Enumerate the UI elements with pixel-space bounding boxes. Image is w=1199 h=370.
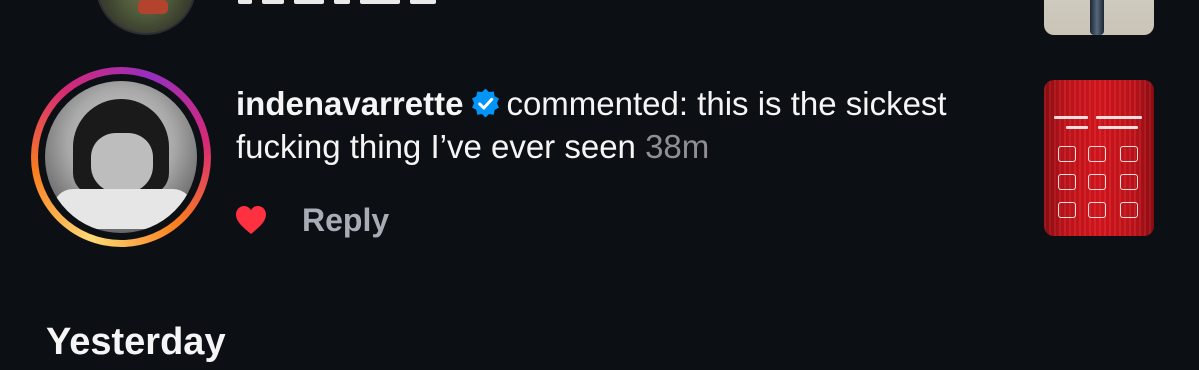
username[interactable]: indenavarrette (236, 85, 463, 122)
verified-badge-icon (469, 87, 502, 120)
previous-avatar[interactable] (96, 0, 196, 35)
thumbnail-illustration (1088, 146, 1106, 162)
activity-page: indenavarrette commented: this is the sic… (0, 0, 1199, 370)
thumbnail-illustration (1058, 202, 1076, 218)
previous-post-thumbnail[interactable] (1044, 0, 1154, 35)
thumbnail-lettering (1096, 116, 1142, 119)
previous-notification-text (238, 0, 598, 4)
thumbnail-illustration (1120, 174, 1138, 190)
avatar (45, 81, 197, 233)
notification-text[interactable]: indenavarrette commented: this is the sic… (236, 82, 1016, 168)
thumbnail-illustration (1120, 146, 1138, 162)
section-title: Yesterday (46, 321, 226, 363)
thumbnail-illustration (1088, 202, 1106, 218)
thumbnail-illustration (1058, 146, 1076, 162)
thumbnail-illustration (1058, 174, 1076, 190)
thumbnail-lettering (1066, 126, 1088, 129)
avatar-gap (38, 74, 204, 240)
thumbnail-illustration (1088, 174, 1106, 190)
timestamp: 38m (645, 128, 710, 165)
comment-actions: Reply (234, 198, 389, 242)
reply-button[interactable]: Reply (302, 202, 389, 239)
avatar-face (91, 133, 153, 193)
story-ring-avatar[interactable] (31, 67, 211, 247)
previous-avatar-detail (138, 0, 168, 14)
post-thumbnail[interactable] (1044, 80, 1154, 236)
thumbnail-lettering (1098, 126, 1138, 129)
avatar-arms (53, 189, 193, 229)
heart-icon[interactable] (234, 204, 268, 236)
thumbnail-illustration (1120, 202, 1138, 218)
thumbnail-lettering (1054, 116, 1088, 119)
previous-thumbnail-figure (1090, 0, 1104, 35)
